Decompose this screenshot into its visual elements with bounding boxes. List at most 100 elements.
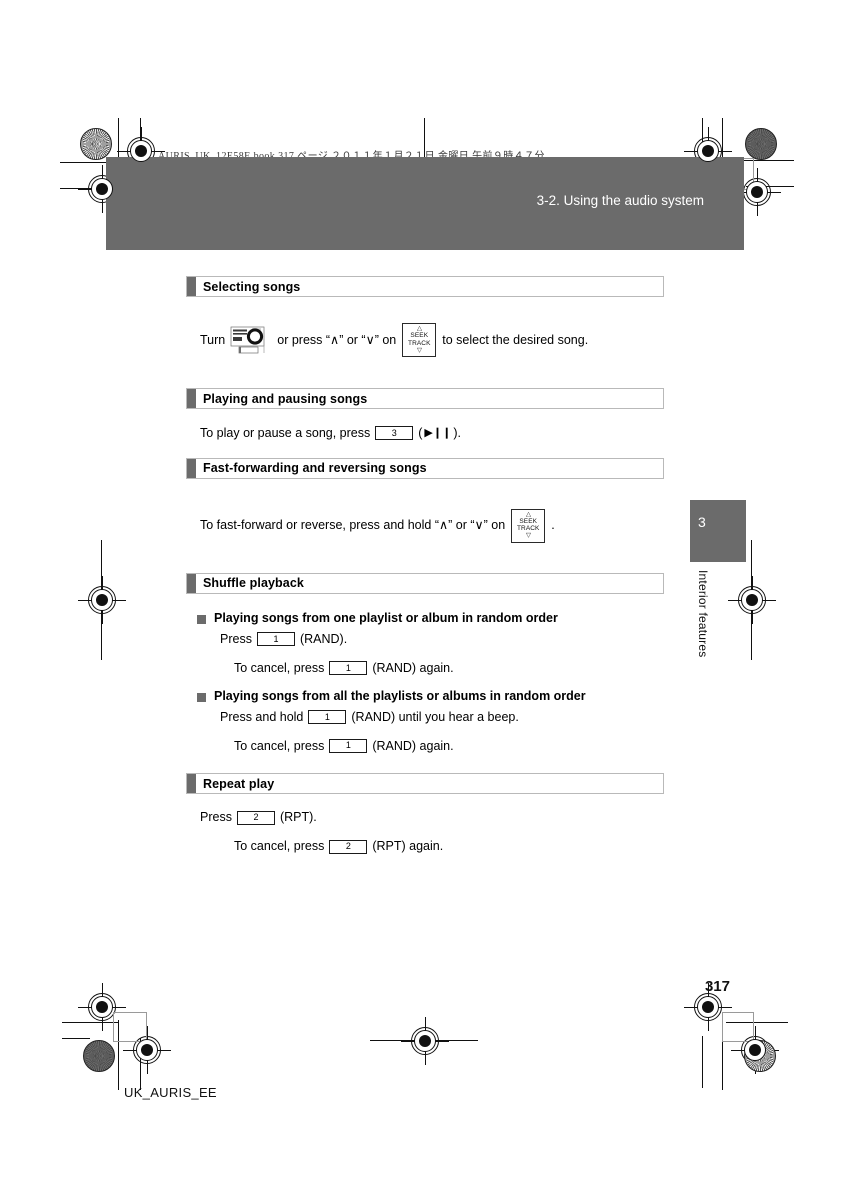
chapter-label-vertical: Interior features	[696, 570, 710, 658]
page-header-title: 3-2. Using the audio system	[536, 193, 704, 208]
seek-track-button-icon: △ SEEK TRACK ▽	[511, 508, 546, 543]
instruction-shuffle-one-press: Press 1 (RAND).	[186, 631, 664, 648]
registration-target-bottom-left-b	[123, 1026, 171, 1074]
hairline-top-left-2	[60, 188, 106, 189]
key-box-2: 2	[329, 839, 368, 854]
section-tab-mark	[187, 774, 196, 794]
hairline-bottom-center	[370, 1040, 478, 1041]
section-header-repeat-play: Repeat play	[186, 773, 664, 795]
hairline-bottom-left-v2	[140, 1038, 141, 1090]
subsection-heading-all-playlists: Playing songs from all the playlists or …	[186, 689, 664, 703]
rosette-mark-bottom-right	[744, 1040, 776, 1072]
seek-track-button-icon: △ SEEK TRACK ▽	[402, 323, 437, 357]
instruction-shuffle-all-cancel: To cancel, press 1 (RAND) again.	[186, 738, 664, 755]
instruction-text-post: (RAND) again.	[372, 660, 454, 675]
audio-knob-icon	[230, 325, 272, 355]
registration-target-right-middle	[728, 576, 776, 624]
subsection-heading-text: Playing songs from one playlist or album…	[214, 610, 558, 625]
section-header-selecting-songs: Selecting songs	[186, 276, 664, 297]
seek-down-arrow-glyph: ▽	[417, 346, 422, 354]
hairline-bottom-left	[62, 1022, 118, 1023]
hairline-top-right-v2	[702, 118, 703, 162]
instruction-text-pre: Press and hold	[220, 709, 304, 724]
section-title: Shuffle playback	[203, 576, 304, 591]
paren-open: (	[418, 426, 423, 440]
corner-box-bottom-right	[722, 1012, 754, 1042]
instruction-text-post: (RPT) again.	[372, 839, 444, 854]
instruction-shuffle-all-press: Press and hold 1 (RAND) until you hear a…	[186, 709, 664, 726]
section-title: Repeat play	[203, 776, 275, 791]
page-number: 317	[704, 978, 730, 995]
page-header-banner: 3-2. Using the audio system	[106, 157, 744, 250]
section-tab-mark	[187, 573, 196, 593]
play-pause-icon: ▶❙❙	[424, 427, 452, 440]
rosette-mark-top-right	[745, 128, 777, 160]
section-title: Fast-forwarding and reversing songs	[203, 461, 427, 476]
seek-label: SEEK	[410, 332, 429, 339]
section-title: Playing and pausing songs	[203, 391, 368, 406]
hairline-top-right-2	[746, 186, 794, 187]
subsection-heading-one-playlist: Playing songs from one playlist or album…	[186, 611, 664, 625]
registration-target-bottom-right-a	[684, 983, 732, 1031]
instruction-repeat-press: Press 2 (RPT).	[186, 809, 664, 826]
key-box-3: 3	[375, 426, 414, 441]
paren-close: ).	[453, 426, 461, 440]
instruction-playing-pausing: To play or pause a song, press 3 ( ▶❙❙ )…	[186, 425, 664, 442]
key-box-1: 1	[256, 632, 295, 647]
instruction-text-pre: Press	[200, 810, 232, 825]
registration-target-bottom-left-a	[78, 983, 126, 1031]
instruction-text-pre: Press	[220, 631, 252, 646]
footer-document-code: UK_AURIS_EE	[124, 1085, 217, 1100]
subsection-heading-text: Playing songs from all the playlists or …	[214, 688, 586, 703]
section-title: Selecting songs	[203, 279, 301, 294]
section-header-shuffle: Shuffle playback	[186, 572, 664, 594]
instruction-text-pre: To play or pause a song, press	[200, 426, 371, 440]
registration-target-bottom-center	[401, 1017, 449, 1065]
instruction-text-post: to select the desired song.	[442, 332, 589, 347]
registration-target-left-middle	[78, 576, 126, 624]
instruction-fast-forward: To fast-forward or reverse, press and ho…	[186, 508, 664, 543]
section-header-fast-forward: Fast-forwarding and reversing songs	[186, 457, 664, 479]
hairline-bottom-right-v2	[702, 1036, 703, 1088]
instruction-shuffle-one-cancel: To cancel, press 1 (RAND) again.	[186, 660, 664, 677]
instruction-repeat-cancel: To cancel, press 2 (RPT) again.	[186, 838, 664, 855]
hairline-bottom-left-2	[62, 1038, 90, 1039]
chapter-number: 3	[698, 514, 706, 530]
chapter-tab: 3	[690, 500, 746, 562]
rosette-mark-bottom-left	[83, 1040, 115, 1072]
registration-target-bottom-right-b	[731, 1026, 779, 1074]
instruction-text-post: (RAND) again.	[372, 738, 454, 753]
instruction-text-pre: To cancel, press	[234, 839, 325, 854]
square-bullet-icon	[197, 692, 206, 702]
seek-down-arrow-glyph: ▽	[525, 532, 531, 540]
instruction-text-pre: To cancel, press	[234, 738, 325, 753]
instruction-selecting-songs: Turn or press “∧” or “∨” on △ SEEK TRACK…	[186, 323, 664, 357]
hairline-left-middle	[101, 540, 102, 660]
key-box-2: 2	[236, 810, 275, 825]
key-box-1: 1	[308, 710, 347, 725]
section-header-playing-pausing: Playing and pausing songs	[186, 388, 664, 409]
registration-target-top-right-b	[733, 168, 781, 216]
hairline-bottom-right-v	[722, 1020, 723, 1090]
section-tab-mark	[187, 277, 196, 296]
hairline-right-middle	[751, 540, 752, 660]
instruction-text-post: (RPT).	[279, 810, 317, 825]
instruction-text-pre: Turn	[200, 332, 226, 347]
section-tab-mark	[187, 458, 196, 478]
section-tab-mark	[187, 389, 196, 408]
instruction-text-mid: or press “∧” or “∨” on	[277, 332, 397, 347]
instruction-text-pre: To cancel, press	[234, 660, 325, 675]
hairline-top-left-v2	[140, 118, 141, 162]
corner-box-bottom-left	[113, 1012, 147, 1042]
rosette-mark-top-left	[80, 128, 112, 160]
page-content: Selecting songs Turn or press “∧” or “∨”…	[186, 262, 664, 855]
instruction-text-post: .	[551, 518, 555, 533]
instruction-text-post: (RAND) until you hear a beep.	[351, 709, 519, 724]
hairline-bottom-left-v	[118, 1020, 119, 1090]
key-box-1: 1	[329, 738, 368, 753]
square-bullet-icon	[197, 614, 206, 624]
instruction-text-post: (RAND).	[299, 631, 348, 646]
instruction-text-pre: To fast-forward or reverse, press and ho…	[200, 518, 506, 533]
hairline-bottom-right	[726, 1022, 788, 1023]
key-box-1: 1	[329, 661, 368, 676]
